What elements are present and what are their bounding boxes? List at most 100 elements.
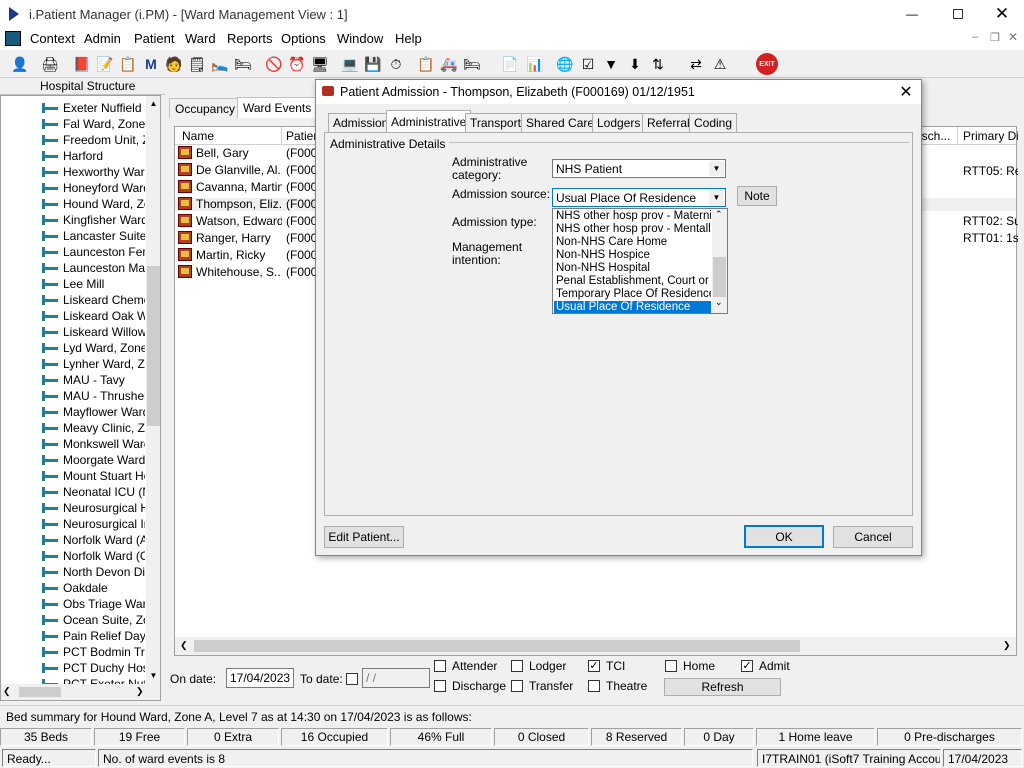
- tree-item[interactable]: Exeter Nuffield H: [41, 100, 145, 116]
- screen-icon[interactable]: 💻: [338, 52, 362, 76]
- tab-transport[interactable]: Transport: [465, 113, 526, 132]
- notes-icon[interactable]: 🗒: [185, 52, 209, 76]
- tree-item[interactable]: PCT Bodmin Trea: [41, 644, 145, 660]
- document-icon[interactable]: 📄: [498, 52, 522, 76]
- tree-item[interactable]: Liskeard Chemo D: [41, 292, 145, 308]
- to-date-field[interactable]: / /: [362, 668, 430, 688]
- tree-item[interactable]: Launceston Fema: [41, 244, 145, 260]
- tree-item[interactable]: Mount Stuart Hos: [41, 468, 145, 484]
- tab-lodgers[interactable]: Lodgers: [592, 113, 646, 132]
- tree-item[interactable]: Hound Ward, Zor: [41, 196, 145, 212]
- dropdown-option[interactable]: Temporary Place Of Residence: [554, 288, 711, 301]
- dropdown-option[interactable]: Non-NHS Hospice: [554, 249, 711, 262]
- mdi-close-icon[interactable]: ✕: [1008, 30, 1018, 44]
- to-date-checkbox[interactable]: [346, 673, 358, 685]
- menu-help[interactable]: Help: [395, 31, 422, 46]
- context-menu-icon[interactable]: [5, 31, 21, 46]
- attender-checkbox[interactable]: [434, 660, 446, 672]
- column-patient[interactable]: Patien: [286, 129, 316, 143]
- table-row[interactable]: Whitehouse, S... (F000: [178, 263, 316, 280]
- tab-occupancy[interactable]: Occupancy: [169, 98, 242, 118]
- dropdown-option[interactable]: Non-NHS Hospital: [554, 262, 711, 275]
- scroll-right-icon[interactable]: ❯: [1003, 640, 1011, 651]
- bed-icon[interactable]: 🛌: [208, 52, 232, 76]
- tree-horizontal-scrollbar[interactable]: ❮ ❯: [1, 684, 146, 700]
- tab-coding[interactable]: Coding: [689, 113, 738, 132]
- tree-item[interactable]: Freedom Unit, Zo: [41, 132, 145, 148]
- list-down-icon[interactable]: ▼: [599, 52, 623, 76]
- tree-vertical-scrollbar[interactable]: ▲ ▼: [146, 96, 160, 700]
- scroll-up-icon[interactable]: ▲: [146, 96, 160, 110]
- maximize-icon[interactable]: [946, 4, 970, 24]
- dropdown-option[interactable]: Penal Establishment, Court or Pol: [554, 275, 711, 288]
- menu-patient[interactable]: Patient: [134, 31, 174, 46]
- tree-item[interactable]: Kingfisher Ward: [41, 212, 145, 228]
- table-row[interactable]: Watson, Edward (F000: [178, 212, 316, 229]
- chevron-down-icon[interactable]: ▼: [709, 161, 724, 176]
- refresh-button[interactable]: Refresh: [664, 678, 781, 696]
- tree-scroll-thumb[interactable]: [147, 266, 160, 426]
- stopwatch-icon[interactable]: ⏱: [384, 52, 408, 76]
- ambulance-icon[interactable]: 🚑: [437, 52, 461, 76]
- book-icon[interactable]: 📕: [70, 52, 94, 76]
- tree-item[interactable]: Harford: [41, 148, 145, 164]
- category-select[interactable]: NHS Patient ▼: [552, 159, 726, 178]
- letter-m-icon[interactable]: M: [139, 52, 163, 76]
- tree-item[interactable]: North Devon Dist: [41, 564, 145, 580]
- tree-item[interactable]: Neurosurgical Inte: [41, 516, 145, 532]
- scroll-left-icon[interactable]: ❮: [3, 686, 11, 697]
- list-hscroll-thumb[interactable]: [194, 640, 800, 652]
- menu-reports[interactable]: Reports: [227, 31, 273, 46]
- arrows-green-icon[interactable]: ⇅: [646, 52, 670, 76]
- discharge-checkbox[interactable]: [434, 680, 446, 692]
- scroll-left-icon[interactable]: ❮: [180, 640, 188, 651]
- on-date-field[interactable]: 17/04/2023: [226, 668, 294, 688]
- admission-source-dropdown[interactable]: NHS other hosp prov - Maternity NHS other…: [552, 208, 728, 314]
- tree-item[interactable]: Lee Mill: [41, 276, 145, 292]
- dropdown-option[interactable]: NHS other hosp prov - Maternity: [554, 210, 711, 223]
- tree-item[interactable]: MAU - Thrushel: [41, 388, 145, 404]
- bar-chart-icon[interactable]: 📊: [523, 52, 547, 76]
- bed-transfer-icon[interactable]: 🛏: [231, 52, 255, 76]
- tree-item[interactable]: PCT Duchy Hosp: [41, 660, 145, 676]
- dropdown-option[interactable]: Non-NHS Care Home: [554, 236, 711, 249]
- tab-ward-events[interactable]: Ward Events: [237, 97, 318, 118]
- tree-item[interactable]: Liskeard Oak Wa: [41, 308, 145, 324]
- home-checkbox[interactable]: [665, 660, 677, 672]
- tree-item[interactable]: Neonatal ICU (NN: [41, 484, 145, 500]
- tree-item[interactable]: Lancaster Suite, Z: [41, 228, 145, 244]
- cancel-form-icon[interactable]: 🚫: [262, 52, 286, 76]
- ok-button[interactable]: OK: [744, 525, 824, 548]
- edit-patient-button[interactable]: Edit Patient...: [324, 526, 404, 548]
- clock-icon[interactable]: ⏰: [285, 52, 309, 76]
- dropdown-scroll-thumb[interactable]: [713, 257, 726, 297]
- scroll-down-icon[interactable]: ▼: [146, 668, 160, 682]
- table-row[interactable]: De Glanville, Al... (F000: [178, 161, 316, 178]
- tab-administrative[interactable]: Administrative: [386, 110, 472, 132]
- scroll-up-icon[interactable]: ⌃: [715, 209, 723, 220]
- monitor-icon[interactable]: 🖥: [308, 52, 332, 76]
- tree-item[interactable]: Meavy Clinic, Zor: [41, 420, 145, 436]
- arrow-down-green-icon[interactable]: ⬇: [623, 52, 647, 76]
- screen-list-icon[interactable]: 💾: [361, 52, 385, 76]
- dropdown-option[interactable]: NHS other hosp prov - Mentally Il: [554, 223, 711, 236]
- admit-checkbox[interactable]: ✓: [741, 660, 753, 672]
- scroll-right-icon[interactable]: ❯: [136, 686, 144, 697]
- exit-icon[interactable]: EXIT: [756, 53, 778, 75]
- column-primary-diagnosis[interactable]: Primary Dia: [963, 129, 1018, 143]
- theatre-checkbox[interactable]: [588, 680, 600, 692]
- edit-form-icon[interactable]: 📝: [93, 52, 117, 76]
- tree-item[interactable]: Pain Relief Day C: [41, 628, 145, 644]
- table-row[interactable]: Bell, Gary (F000: [178, 144, 316, 161]
- cancel-button[interactable]: Cancel: [833, 526, 913, 548]
- globe-icon[interactable]: 🌐: [553, 52, 577, 76]
- column-discharge[interactable]: isch...: [919, 129, 955, 143]
- mdi-minimize-icon[interactable]: –: [972, 31, 978, 43]
- tree-hscroll-thumb[interactable]: [19, 687, 61, 697]
- list-horizontal-scrollbar[interactable]: ❮ ❯: [175, 637, 1016, 655]
- tree-item[interactable]: Liskeard Willow V: [41, 324, 145, 340]
- ward-bed-icon[interactable]: 🛏: [460, 52, 484, 76]
- tree-item[interactable]: Moorgate Ward, Z: [41, 452, 145, 468]
- dialog-close-icon[interactable]: ✕: [896, 82, 916, 102]
- tree-item[interactable]: MAU - Tavy: [41, 372, 145, 388]
